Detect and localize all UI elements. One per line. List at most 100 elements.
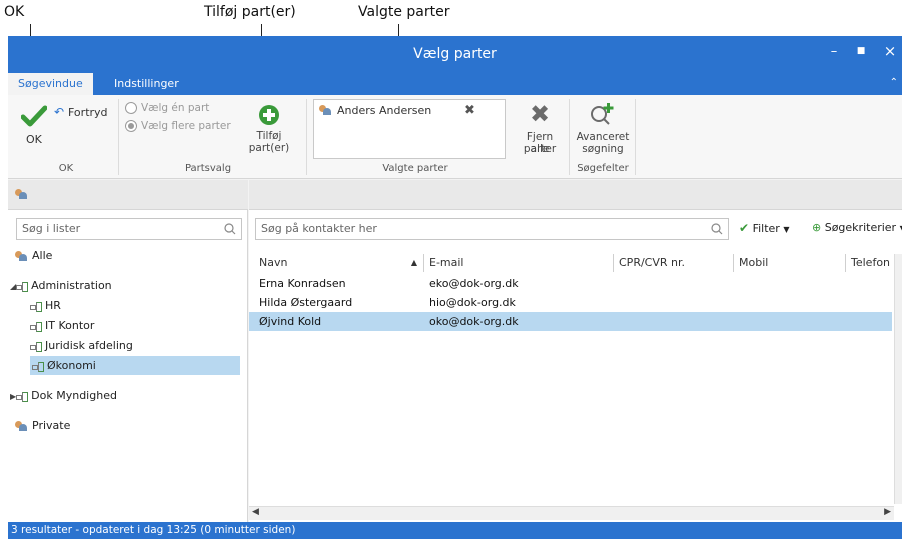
column-header-label: Navn xyxy=(259,256,288,269)
tree-item-juridisk[interactable]: Juridisk afdeling xyxy=(30,336,133,355)
list-item-label: Alle xyxy=(32,249,53,262)
filter-button[interactable]: ✔ Filter ▼ xyxy=(739,218,789,238)
ribbon-separator xyxy=(306,99,307,175)
collapse-ribbon-icon[interactable]: ⌃ xyxy=(890,77,898,88)
contact-group-icon xyxy=(14,420,28,432)
sort-ascending-icon: ▲ xyxy=(410,258,417,267)
remove-all-icon: ✖ xyxy=(529,100,551,128)
adv-label-2: søgning xyxy=(582,143,624,155)
annotation-ok: OK xyxy=(4,4,25,20)
column-header-cpr[interactable]: CPR/CVR nr. xyxy=(614,254,734,272)
dialog-window: Vælg parter – ■ × Søgevindue Indstilling… xyxy=(8,36,902,539)
table-row[interactable]: Erna Konradsen eko@dok-org.dk xyxy=(249,274,892,293)
radio-icon xyxy=(125,102,137,114)
lists-search-placeholder: Søg i lister xyxy=(22,222,81,235)
search-icon xyxy=(224,223,236,235)
column-header-telefon[interactable]: Telefon xyxy=(846,254,894,272)
list-item-private[interactable]: Private xyxy=(14,416,70,435)
undo-button[interactable]: ↶ Fortryd xyxy=(54,105,114,121)
add-label-1: Tilføj xyxy=(256,130,282,142)
tree-item-it-kontor[interactable]: IT Kontor xyxy=(30,316,94,335)
radio-many-parties[interactable]: Vælg flere parter xyxy=(125,120,231,132)
radio-one-label: Vælg én part xyxy=(141,102,210,114)
close-button[interactable]: × xyxy=(880,42,900,60)
org-unit-icon xyxy=(30,321,42,332)
selected-party-item[interactable]: Anders Andersen ✖ xyxy=(318,103,502,119)
group-label-ok: OK xyxy=(58,163,74,174)
add-label-2: part(er) xyxy=(248,142,290,154)
adv-label-1: Avanceret xyxy=(576,131,630,143)
tree-item-dok-myndighed[interactable]: ▶ Dok Myndighed xyxy=(10,386,117,405)
lists-panel-header xyxy=(8,180,248,210)
table-row-selected[interactable]: Øjvind Kold oko@dok-org.dk xyxy=(249,312,892,331)
ribbon-separator xyxy=(118,99,119,175)
chevron-down-icon: ▼ xyxy=(783,225,790,234)
org-unit-icon xyxy=(30,341,42,352)
group-label-valgte: Valgte parter xyxy=(382,163,448,174)
filter-label: Filter xyxy=(752,222,780,235)
cell-email: hio@dok-org.dk xyxy=(429,296,516,309)
ok-button[interactable]: OK xyxy=(18,105,54,155)
undo-icon: ↶ xyxy=(54,105,65,119)
horizontal-scrollbar[interactable]: ◀ ▶ xyxy=(249,506,894,520)
column-header-email[interactable]: E-mail xyxy=(424,254,614,272)
column-header-name[interactable]: Navn ▲ xyxy=(254,254,424,272)
contacts-panel: Søg på kontakter her ✔ Filter ▼ ⊕ Søgekr… xyxy=(249,180,902,522)
tree-item-administration[interactable]: ◢ Administration xyxy=(10,276,112,295)
group-label-partsvalg: Partsvalg xyxy=(184,163,232,174)
remove-all-button[interactable]: ✖ Fjern alle parter xyxy=(516,100,564,160)
search-plus-icon: ⊕ xyxy=(812,221,822,234)
tree-item-label: Dok Myndighed xyxy=(31,389,117,402)
contacts-panel-header xyxy=(249,180,902,210)
lists-search-input[interactable]: Søg i lister xyxy=(16,218,242,240)
tree-item-label: HR xyxy=(45,299,61,312)
checkmark-icon xyxy=(21,105,47,127)
selected-parties-box: Anders Andersen ✖ xyxy=(313,99,506,159)
search-criteria-button[interactable]: ⊕ Søgekriterier ▼ xyxy=(812,218,902,238)
tree-item-okonomi[interactable]: Økonomi xyxy=(30,356,240,375)
tab-sogevindue[interactable]: Søgevindue xyxy=(8,73,93,95)
contacts-icon xyxy=(14,189,28,200)
annotation-selected: Valgte parter xyxy=(358,4,450,20)
vertical-scrollbar[interactable] xyxy=(894,254,902,504)
maximize-button[interactable]: ■ xyxy=(851,46,871,56)
contact-group-icon xyxy=(318,105,332,116)
window-title: Vælg parter xyxy=(413,46,497,62)
ribbon: OK ↶ Fortryd OK Vælg én part Vælg flere … xyxy=(8,95,902,179)
selected-party-name: Anders Andersen xyxy=(337,104,432,117)
tab-indstillinger[interactable]: Indstillinger xyxy=(104,73,189,95)
scroll-left-icon[interactable]: ◀ xyxy=(252,507,259,517)
cell-name: Øjvind Kold xyxy=(259,315,322,328)
column-header-mobil[interactable]: Mobil xyxy=(734,254,846,272)
remove-party-icon[interactable]: ✖ xyxy=(464,103,475,118)
table-row[interactable]: Hilda Østergaard hio@dok-org.dk xyxy=(249,293,892,312)
contacts-search-placeholder: Søg på kontakter her xyxy=(261,222,377,235)
minimize-button[interactable]: – xyxy=(824,44,844,59)
cell-name: Erna Konradsen xyxy=(259,277,346,290)
list-item-label: Private xyxy=(32,419,71,432)
ribbon-separator xyxy=(635,99,636,175)
tree-item-hr[interactable]: HR xyxy=(30,296,61,315)
org-unit-icon xyxy=(16,281,29,292)
org-unit-icon xyxy=(16,391,29,402)
title-bar: Vælg parter – ■ × xyxy=(8,36,902,73)
tree-item-label: Juridisk afdeling xyxy=(45,339,133,352)
check-icon: ✔ xyxy=(739,221,750,235)
criteria-label: Søgekriterier xyxy=(824,221,897,234)
cell-name: Hilda Østergaard xyxy=(259,296,353,309)
org-unit-icon xyxy=(30,301,42,312)
undo-label: Fortryd xyxy=(68,106,108,119)
radio-selected-icon xyxy=(125,120,137,132)
radio-one-party[interactable]: Vælg én part xyxy=(125,102,209,114)
cell-email: eko@dok-org.dk xyxy=(429,277,519,290)
advanced-search-icon xyxy=(591,103,614,125)
list-item-alle[interactable]: Alle xyxy=(14,246,52,265)
tree-item-label: IT Kontor xyxy=(45,319,95,332)
advanced-search-button[interactable]: Avanceret søgning xyxy=(576,102,630,160)
add-plus-icon xyxy=(259,105,279,125)
add-parties-button[interactable]: Tilføj part(er) xyxy=(244,102,294,162)
contacts-search-input[interactable]: Søg på kontakter her xyxy=(255,218,729,240)
scroll-right-icon[interactable]: ▶ xyxy=(884,507,891,517)
tree-item-label: Økonomi xyxy=(47,359,96,372)
contact-group-icon xyxy=(14,250,28,262)
